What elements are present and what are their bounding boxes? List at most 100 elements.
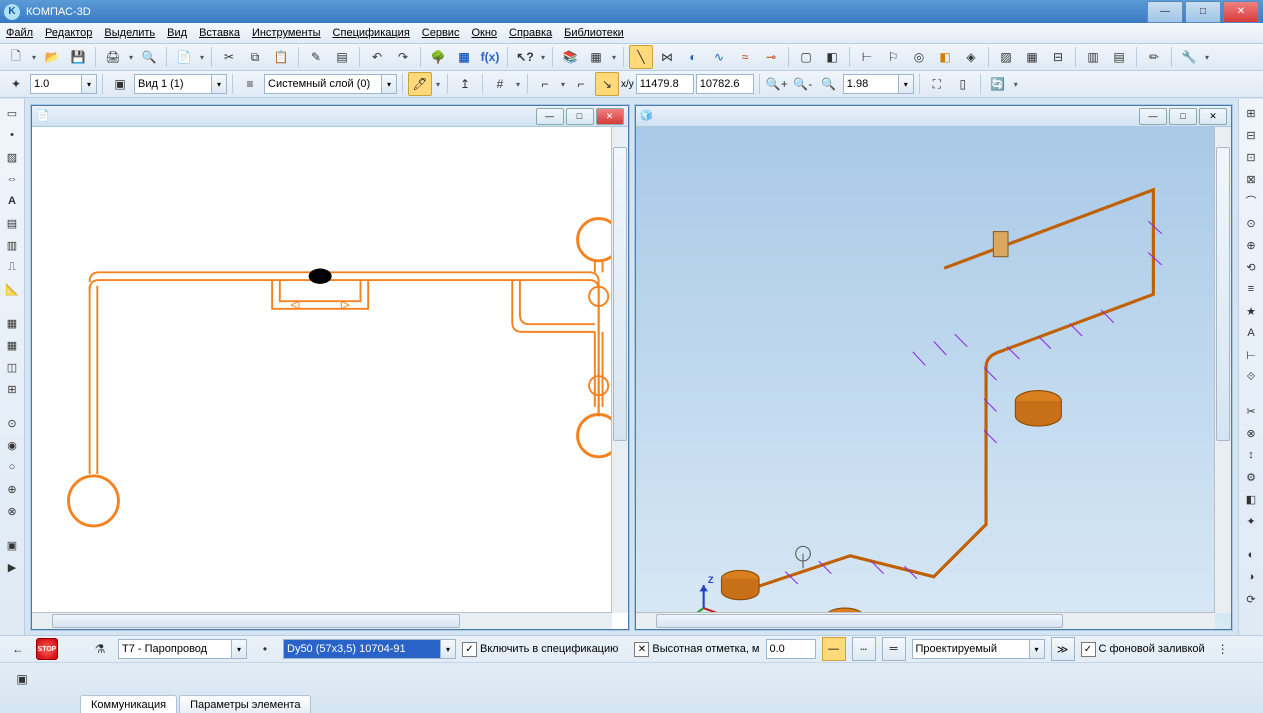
color-icon[interactable]: 🖊 (408, 72, 432, 96)
circle-tool-icon[interactable]: ◎ (907, 45, 931, 69)
line-tool-icon[interactable]: ╲ (629, 45, 653, 69)
rtool-1-icon[interactable]: ⊞ (1241, 103, 1261, 123)
prop-icon[interactable]: ▣ (10, 667, 34, 691)
stop-button[interactable]: STOP (36, 638, 58, 660)
help-dropdown[interactable]: ▾ (539, 46, 547, 68)
layer-input[interactable] (264, 74, 382, 94)
isocube-icon[interactable]: ◈ (959, 45, 983, 69)
paste-icon[interactable]: 📋 (269, 45, 293, 69)
pipe-type-combo[interactable]: ▾ (118, 639, 247, 659)
marker-icon[interactable]: ⚐ (881, 45, 905, 69)
prop-back-icon[interactable]: ← (6, 637, 30, 661)
lib2-icon[interactable]: ▦ (584, 45, 608, 69)
save-icon[interactable]: 💾 (66, 45, 90, 69)
more-button[interactable]: ≫ (1051, 637, 1075, 661)
doc-2d-min-button[interactable]: — (536, 108, 564, 125)
view-icon[interactable]: ▣ (108, 72, 132, 96)
circle-right-icon[interactable]: ◐ (681, 45, 705, 69)
table-icon[interactable]: ▦ (1020, 45, 1044, 69)
scale-input[interactable] (30, 74, 82, 94)
open-icon[interactable]: 📂 (40, 45, 64, 69)
wrench-icon[interactable]: 🔧 (1177, 45, 1201, 69)
rtool-8-icon[interactable]: ⟲ (1241, 257, 1261, 277)
cut-icon[interactable]: ✂ (217, 45, 241, 69)
coord-y-input[interactable] (696, 74, 754, 94)
print-icon[interactable]: 🖨 (101, 45, 125, 69)
tool-h5-icon[interactable]: ⊗ (2, 501, 22, 521)
doc-3d-max-button[interactable]: □ (1169, 108, 1197, 125)
arrows-icon[interactable]: ✦ (4, 72, 28, 96)
view-input[interactable] (134, 74, 212, 94)
fx-icon[interactable]: f(x) (478, 45, 502, 69)
properties-icon[interactable]: ▤ (330, 45, 354, 69)
rtool-13-icon[interactable]: ⟐ (1241, 367, 1261, 387)
page-icon[interactable]: ▯ (951, 72, 975, 96)
dot-icon[interactable]: • (253, 637, 277, 661)
tree-icon[interactable]: 🌳 (426, 45, 450, 69)
flask-icon[interactable]: ⚗ (88, 637, 112, 661)
box2-tool-icon[interactable]: ◧ (820, 45, 844, 69)
export-icon[interactable]: 📄 (172, 45, 196, 69)
sheet2-icon[interactable]: ▤ (1107, 45, 1131, 69)
tool-h1-icon[interactable]: ⊙ (2, 413, 22, 433)
tool-i1-icon[interactable]: ▣ (2, 535, 22, 555)
menu-editor[interactable]: Редактор (45, 27, 92, 39)
rtool-2-icon[interactable]: ⊟ (1241, 125, 1261, 145)
bowtie-icon[interactable]: ⋈ (655, 45, 679, 69)
close-button[interactable]: ✕ (1223, 1, 1259, 23)
bracket-icon[interactable]: ⌐ (569, 72, 593, 96)
new-dropdown[interactable]: ▾ (30, 46, 38, 68)
tool-sheet-icon[interactable]: ▤ (2, 213, 22, 233)
rtool-6-icon[interactable]: ⊙ (1241, 213, 1261, 233)
rtool-22-icon[interactable]: ⟳ (1241, 589, 1261, 609)
coord-icon[interactable]: ⌐ (533, 72, 557, 96)
tool-point-icon[interactable]: • (2, 125, 22, 145)
pipe-size-input[interactable] (283, 639, 441, 659)
help-icon[interactable]: ↖? (513, 45, 537, 69)
rtool-19-icon[interactable]: ✦ (1241, 511, 1261, 531)
tool-edit-icon[interactable]: ▥ (2, 235, 22, 255)
layer-icon[interactable]: ≡ (238, 72, 262, 96)
menu-libraries[interactable]: Библиотеки (564, 27, 624, 39)
tab-element-params[interactable]: Параметры элемента (179, 695, 311, 713)
doc-2d-vscroll[interactable] (611, 127, 628, 613)
zoom-in-icon[interactable]: 🔍+ (765, 72, 789, 96)
doc-3d-header[interactable]: 🧊 — □ ✕ (636, 106, 1232, 127)
rtool-3-icon[interactable]: ⊡ (1241, 147, 1261, 167)
layer-combo[interactable]: ▾ (264, 74, 397, 94)
spec-checkbox[interactable]: ✓Включить в спецификацию (462, 642, 618, 657)
tool-h4-icon[interactable]: ⊕ (2, 479, 22, 499)
refresh-icon[interactable]: 🔄 (986, 72, 1010, 96)
rtool-7-icon[interactable]: ⊕ (1241, 235, 1261, 255)
status-combo[interactable]: ▾ (912, 639, 1045, 659)
doc-3d-min-button[interactable]: — (1139, 108, 1167, 125)
more2-icon[interactable]: ⋮ (1211, 637, 1235, 661)
status-input[interactable] (912, 639, 1030, 659)
tool-g2-icon[interactable]: ▦ (2, 335, 22, 355)
vars-icon[interactable]: ▦ (452, 45, 476, 69)
tool-g4-icon[interactable]: ⊞ (2, 379, 22, 399)
fit-icon[interactable]: ⛶ (925, 72, 949, 96)
zoom-input[interactable] (843, 74, 899, 94)
view-combo[interactable]: ▾ (134, 74, 227, 94)
menu-spec[interactable]: Спецификация (333, 27, 410, 39)
doc-3d-vscroll[interactable] (1214, 127, 1231, 613)
color-dropdown[interactable]: ▾ (434, 73, 442, 95)
snap-icon[interactable]: ↘ (595, 72, 619, 96)
doc-3d-close-button[interactable]: ✕ (1199, 108, 1227, 125)
tool-select-icon[interactable]: ▭ (2, 103, 22, 123)
doc-3d-viewport[interactable]: X Y Z (636, 127, 1232, 629)
dash-icon[interactable]: ⊸ (759, 45, 783, 69)
tool-i2-icon[interactable]: ▶ (2, 557, 22, 577)
doc-3d-hscroll[interactable] (636, 612, 1216, 629)
menu-insert[interactable]: Вставка (199, 27, 240, 39)
rtool-15-icon[interactable]: ⊗ (1241, 423, 1261, 443)
rtool-14-icon[interactable]: ✂ (1241, 401, 1261, 421)
rtool-11-icon[interactable]: A (1241, 323, 1261, 343)
tool-h2-icon[interactable]: ◉ (2, 435, 22, 455)
menu-help[interactable]: Справка (509, 27, 552, 39)
rtool-9-icon[interactable]: ≡ (1241, 279, 1261, 299)
menu-file[interactable]: Файл (6, 27, 33, 39)
dim-icon[interactable]: ⊢ (855, 45, 879, 69)
grid-dropdown[interactable]: ▾ (514, 73, 522, 95)
